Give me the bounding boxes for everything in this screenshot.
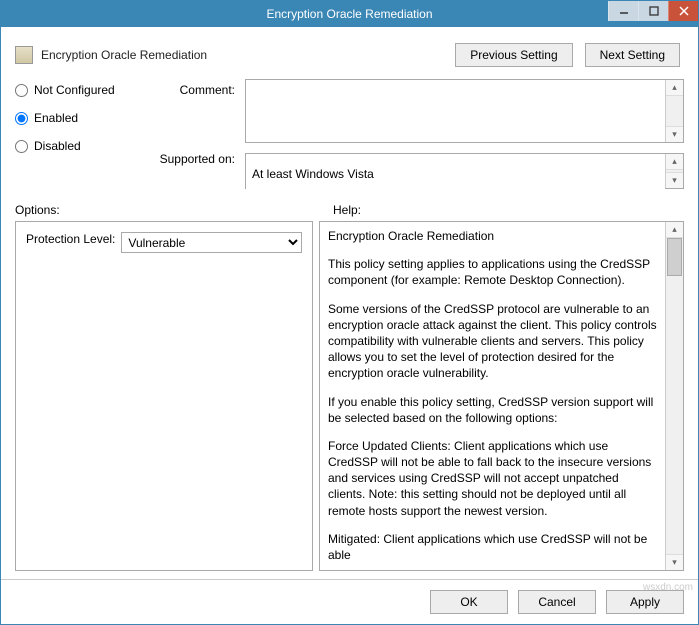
help-paragraph: Force Updated Clients: Client applicatio…	[328, 438, 657, 519]
protection-level-label: Protection Level:	[26, 232, 115, 246]
apply-button[interactable]: Apply	[606, 590, 684, 614]
radio-label: Disabled	[34, 139, 81, 153]
help-paragraph: Mitigated: Client applications which use…	[328, 531, 657, 563]
options-panel: Protection Level: Vulnerable	[15, 221, 313, 571]
comment-label: Comment:	[155, 83, 235, 97]
radio-disabled-input[interactable]	[15, 140, 28, 153]
scroll-down-icon[interactable]: ▾	[666, 172, 683, 188]
scroll-thumb[interactable]	[667, 238, 682, 276]
scroll-down-icon[interactable]: ▾	[666, 126, 683, 142]
scroll-up-icon[interactable]: ▴	[666, 80, 683, 96]
help-label: Help:	[333, 203, 684, 217]
help-scrollbar[interactable]: ▴ ▾	[665, 222, 683, 570]
previous-setting-button[interactable]: Previous Setting	[455, 43, 572, 67]
radio-enabled[interactable]: Enabled	[15, 111, 145, 125]
radio-label: Enabled	[34, 111, 78, 125]
radio-enabled-input[interactable]	[15, 112, 28, 125]
close-button[interactable]	[668, 1, 698, 21]
maximize-button[interactable]	[638, 1, 668, 21]
supported-scrollbar[interactable]: ▴ ▾	[665, 154, 683, 188]
window-title: Encryption Oracle Remediation	[266, 7, 432, 21]
help-panel: Encryption Oracle Remediation This polic…	[319, 221, 684, 571]
scroll-track[interactable]	[666, 238, 683, 554]
radio-not-configured[interactable]: Not Configured	[15, 83, 145, 97]
options-label: Options:	[15, 203, 333, 217]
help-paragraph: Some versions of the CredSSP protocol ar…	[328, 301, 657, 382]
section-labels: Options: Help:	[1, 193, 698, 221]
help-title: Encryption Oracle Remediation	[328, 228, 657, 244]
comment-box: ▴ ▾	[245, 79, 684, 143]
fields: ▴ ▾ At least Windows Vista ▴ ▾	[245, 79, 684, 189]
field-labels: Comment: Supported on:	[155, 79, 235, 189]
title-bar: Encryption Oracle Remediation	[1, 1, 698, 27]
scroll-up-icon[interactable]: ▴	[666, 222, 683, 238]
protection-level-select[interactable]: Vulnerable	[121, 232, 302, 253]
policy-title: Encryption Oracle Remediation	[41, 48, 447, 62]
comment-scrollbar[interactable]: ▴ ▾	[665, 80, 683, 142]
help-paragraph: This policy setting applies to applicati…	[328, 256, 657, 288]
radio-not-configured-input[interactable]	[15, 84, 28, 97]
window-controls	[608, 1, 698, 21]
state-radios: Not Configured Enabled Disabled	[15, 79, 145, 189]
supported-on-label: Supported on:	[155, 152, 235, 166]
supported-on-box: At least Windows Vista ▴ ▾	[245, 153, 684, 189]
cancel-button[interactable]: Cancel	[518, 590, 596, 614]
comment-input[interactable]	[246, 80, 665, 142]
help-text: Encryption Oracle Remediation This polic…	[320, 222, 665, 570]
radio-label: Not Configured	[34, 83, 115, 97]
help-paragraph: If you enable this policy setting, CredS…	[328, 394, 657, 426]
scroll-up-icon[interactable]: ▴	[666, 154, 683, 170]
footer: OK Cancel Apply	[1, 579, 698, 624]
ok-button[interactable]: OK	[430, 590, 508, 614]
nav-buttons: Previous Setting Next Setting	[455, 43, 680, 67]
scroll-down-icon[interactable]: ▾	[666, 554, 683, 570]
panels: Protection Level: Vulnerable Encryption …	[1, 221, 698, 579]
next-setting-button[interactable]: Next Setting	[585, 43, 680, 67]
config-area: Not Configured Enabled Disabled Comment:…	[1, 71, 698, 193]
radio-disabled[interactable]: Disabled	[15, 139, 145, 153]
minimize-button[interactable]	[608, 1, 638, 21]
policy-icon	[15, 46, 33, 64]
header: Encryption Oracle Remediation Previous S…	[1, 27, 698, 71]
